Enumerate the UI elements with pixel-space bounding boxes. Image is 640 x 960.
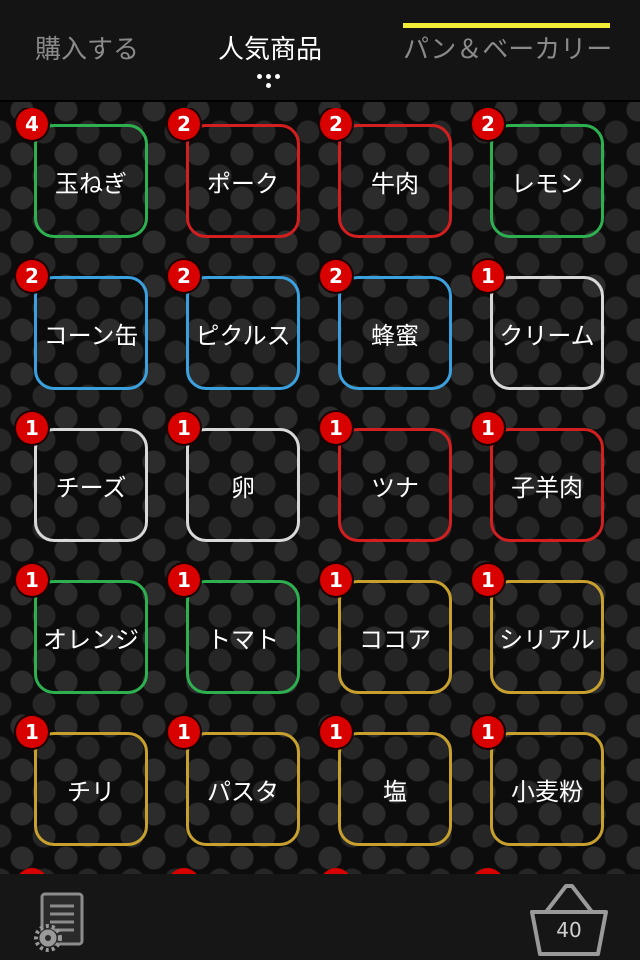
product-tile[interactable]: チリ 1 xyxy=(16,716,168,868)
count-badge: 1 xyxy=(320,716,352,748)
count-badge: 1 xyxy=(472,716,504,748)
product-tile[interactable]: シリアル 1 xyxy=(472,564,624,716)
product-label: シリアル xyxy=(490,580,604,694)
count-badge: 1 xyxy=(320,412,352,444)
product-tile[interactable]: クリーム 1 xyxy=(472,260,624,412)
tab-popular[interactable]: 人気商品 xyxy=(218,30,322,70)
list-settings-button[interactable] xyxy=(34,892,86,952)
tab-buy[interactable]: 購入する xyxy=(35,30,139,70)
basket-button[interactable]: 40 xyxy=(526,882,612,956)
product-tile[interactable]: ココア 1 xyxy=(320,564,472,716)
product-tile[interactable]: ツナ 1 xyxy=(320,412,472,564)
product-tile[interactable]: ポーク 2 xyxy=(168,108,320,260)
product-label: 塩 xyxy=(338,732,452,846)
product-label: レモン xyxy=(490,124,604,238)
product-tile[interactable]: 蜂蜜 2 xyxy=(320,260,472,412)
product-label: チーズ xyxy=(34,428,148,542)
product-label: チリ xyxy=(34,732,148,846)
product-label: コーン缶 xyxy=(34,276,148,390)
count-badge: 2 xyxy=(320,108,352,140)
product-label: 蜂蜜 xyxy=(338,276,452,390)
product-tile[interactable]: 牛肉 2 xyxy=(320,108,472,260)
count-badge: 2 xyxy=(320,260,352,292)
product-tile[interactable]: 卵1 xyxy=(168,412,320,564)
product-label: 子羊肉 xyxy=(490,428,604,542)
count-badge: 1 xyxy=(472,412,504,444)
count-badge: 2 xyxy=(168,260,200,292)
product-label: 小麦粉 xyxy=(490,732,604,846)
product-tile[interactable]: トマト 1 xyxy=(168,564,320,716)
product-tile[interactable]: レモン 2 xyxy=(472,108,624,260)
product-tile[interactable]: チーズ 1 xyxy=(16,412,168,564)
product-label: ツナ xyxy=(338,428,452,542)
product-label: 玉ねぎ xyxy=(34,124,148,238)
product-grid: 玉ねぎ 4 ポーク 2 牛肉 2 レモン 2 コーン缶 2 ピクルス 2 蜂蜜 2 クリーム 1 チーズ 1 卵 1 ツ… xyxy=(0,108,640,874)
count-badge: 4 xyxy=(16,108,48,140)
top-tab-bar: 購入する 人気商品 パン＆ベーカリー xyxy=(0,0,640,102)
count-badge: 2 xyxy=(472,108,504,140)
product-tile[interactable]: 子羊肉 1 xyxy=(472,412,624,564)
bottom-toolbar: 40 xyxy=(0,874,640,960)
count-badge: 1 xyxy=(16,412,48,444)
product-label: クリーム xyxy=(490,276,604,390)
count-badge: 1 xyxy=(16,716,48,748)
count-badge: 2 xyxy=(16,260,48,292)
product-tile[interactable]: オレンジ 1 xyxy=(16,564,168,716)
product-tile[interactable]: パスタ 1 xyxy=(168,716,320,868)
product-label: 牛肉 xyxy=(338,124,452,238)
count-badge: 1 xyxy=(168,564,200,596)
count-badge: 1 xyxy=(168,716,200,748)
count-badge: 1 xyxy=(320,564,352,596)
basket-count: 40 xyxy=(556,918,582,942)
product-label: オレンジ xyxy=(34,580,148,694)
product-tile[interactable]: ピクルス 2 xyxy=(168,260,320,412)
count-badge: 1 xyxy=(168,412,200,444)
product-label: パスタ xyxy=(186,732,300,846)
product-label: 卵 xyxy=(186,428,300,542)
product-label: トマト xyxy=(186,580,300,694)
product-tile[interactable]: 塩1 xyxy=(320,716,472,868)
page-indicator-dots xyxy=(257,74,287,92)
product-label: ポーク xyxy=(186,124,300,238)
count-badge: 2 xyxy=(168,108,200,140)
count-badge: 1 xyxy=(16,564,48,596)
product-tile[interactable]: 玉ねぎ 4 xyxy=(16,108,168,260)
count-badge: 1 xyxy=(472,260,504,292)
product-label: ピクルス xyxy=(186,276,300,390)
product-label: ココア xyxy=(338,580,452,694)
list-gear-icon xyxy=(34,892,84,952)
product-tile[interactable]: コーン缶 2 xyxy=(16,260,168,412)
active-tab-indicator xyxy=(403,23,610,28)
count-badge: 1 xyxy=(472,564,504,596)
tab-bread-bakery[interactable]: パン＆ベーカリー xyxy=(403,30,612,70)
product-tile[interactable]: 小麦粉 1 xyxy=(472,716,624,868)
